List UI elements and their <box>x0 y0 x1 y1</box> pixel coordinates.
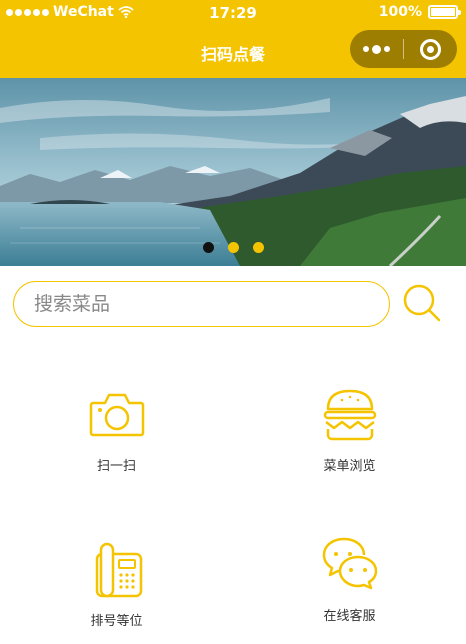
battery-percent: 100% <box>378 4 422 20</box>
more-options-button[interactable] <box>350 30 403 68</box>
menu-item-label: 在线客服 <box>323 609 376 624</box>
close-target-icon <box>420 38 441 60</box>
menu-item-support[interactable]: 在线客服 <box>233 535 466 624</box>
camera-icon <box>89 393 144 437</box>
more-icon <box>363 46 369 52</box>
carousel-dot[interactable] <box>227 242 239 253</box>
menu-item-browse[interactable]: 菜单浏览 <box>233 385 466 474</box>
menu-item-label: 排号等位 <box>90 614 143 629</box>
navigation-bar: 扫码点餐 <box>0 26 466 78</box>
chat-icon <box>322 537 377 590</box>
menu-item-queue[interactable]: 排号等位 <box>0 540 233 629</box>
menu-item-scan[interactable]: 扫一扫 <box>0 385 233 474</box>
phone-icon <box>95 542 142 598</box>
burger-icon <box>323 389 376 441</box>
menu-item-label: 菜单浏览 <box>323 459 376 474</box>
banner-image <box>0 78 466 266</box>
battery-icon <box>428 5 461 19</box>
search-icon <box>403 284 441 322</box>
mini-program-capsule <box>350 30 457 68</box>
search-input[interactable] <box>34 293 374 315</box>
banner-carousel[interactable] <box>0 78 466 266</box>
search-button[interactable] <box>402 283 444 325</box>
search-box <box>13 281 390 327</box>
search-row <box>13 281 453 327</box>
carousel-dot[interactable] <box>202 242 214 253</box>
menu-item-label: 扫一扫 <box>96 459 136 474</box>
close-mini-program-button[interactable] <box>404 30 457 68</box>
carousel-dot[interactable] <box>252 242 264 253</box>
status-bar: WeChat 17:29 100% <box>0 0 466 26</box>
carousel-indicators <box>0 242 466 253</box>
battery-area: 100% <box>378 4 461 20</box>
